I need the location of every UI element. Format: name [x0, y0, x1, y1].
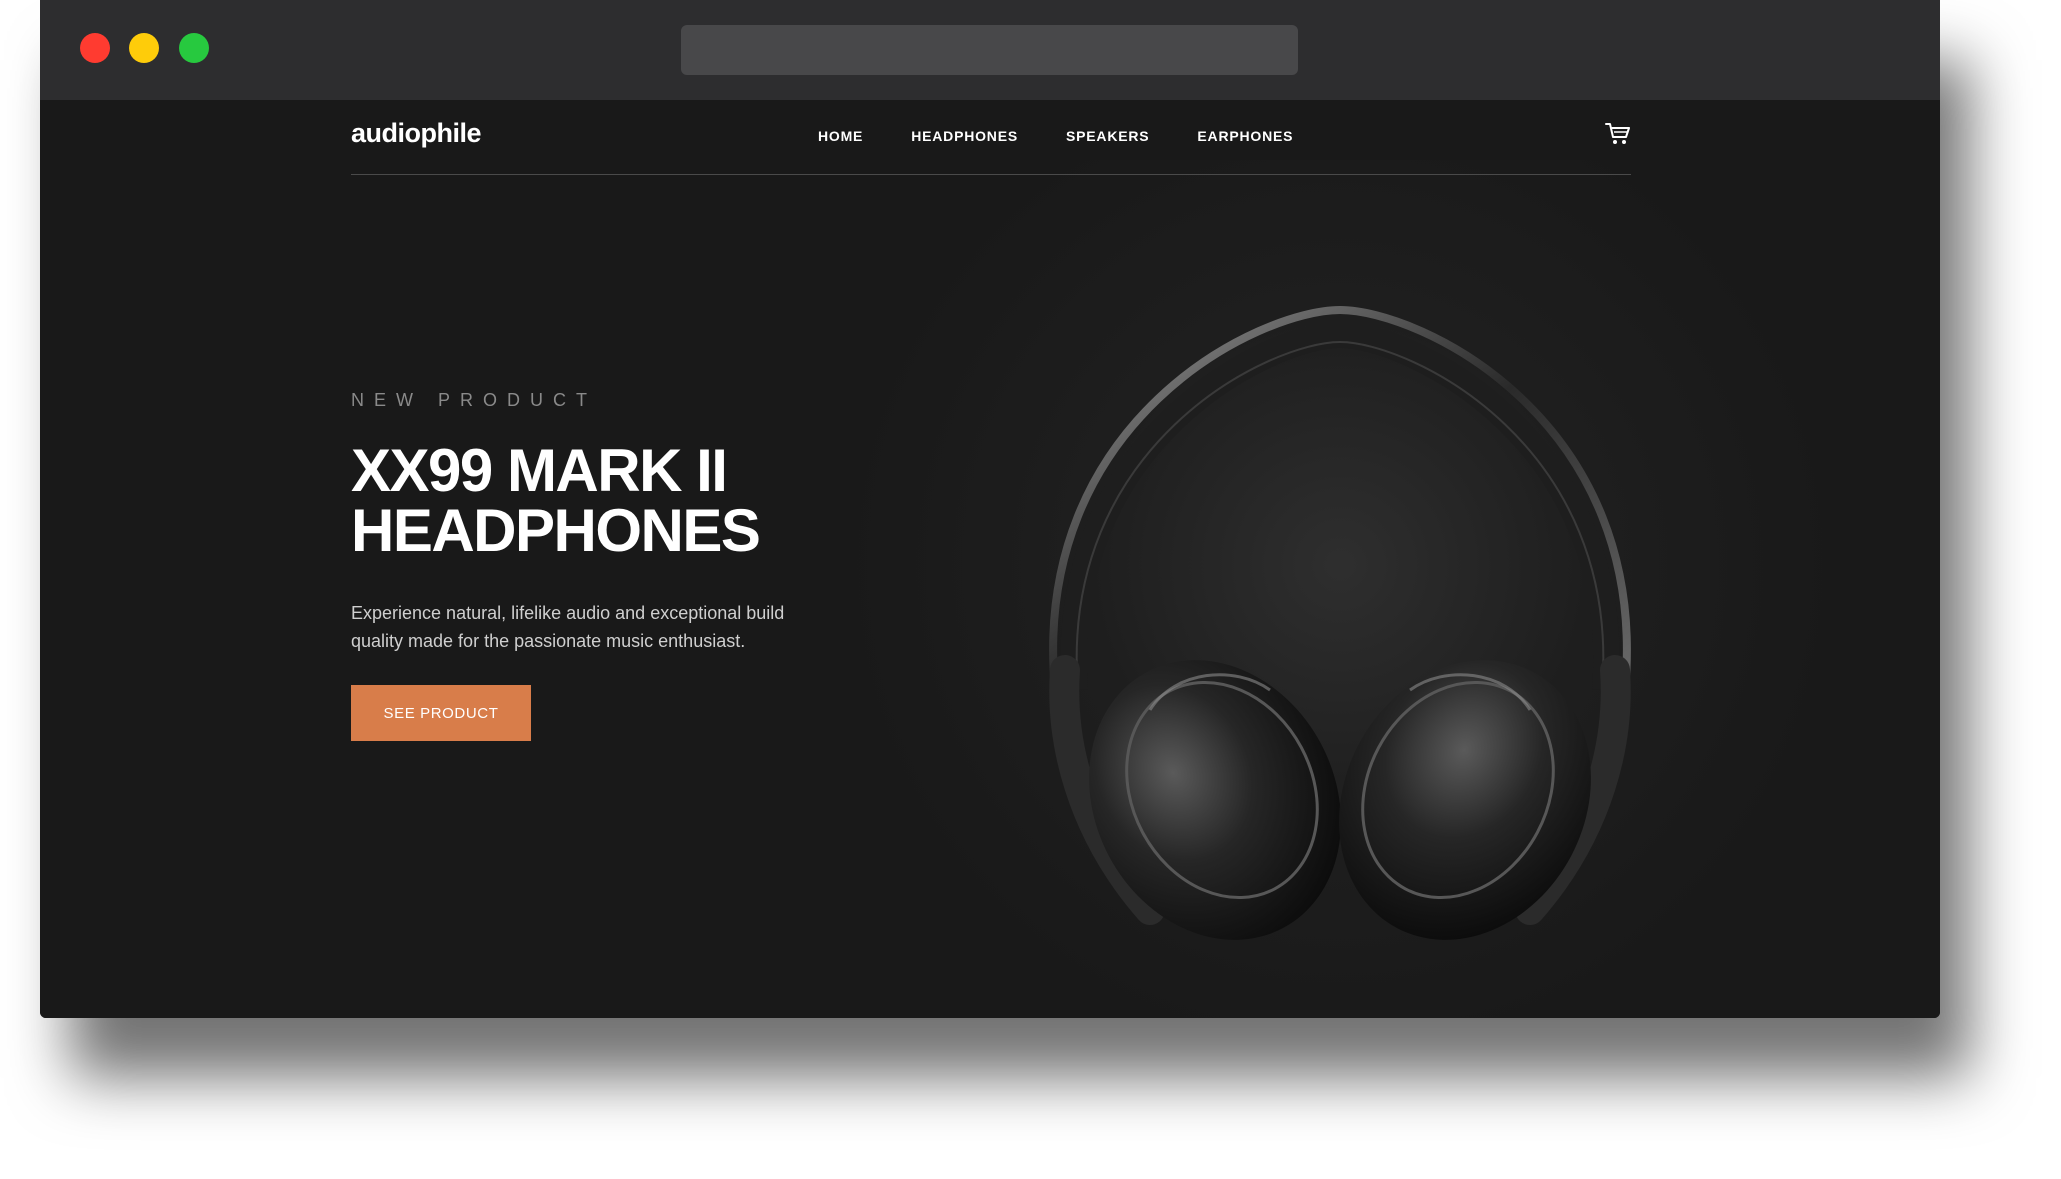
address-bar[interactable] [681, 25, 1298, 75]
hero-title: XX99 MARK II HEADPHONES [351, 441, 851, 561]
site-header: audiophile HOME HEADPHONES SPEAKERS EARP… [351, 100, 1631, 175]
hero-title-line2: HEADPHONES [351, 497, 761, 564]
hero-text: NEW PRODUCT XX99 MARK II HEADPHONES Expe… [351, 390, 851, 741]
nav-link-earphones[interactable]: EARPHONES [1197, 128, 1293, 144]
close-window-button[interactable] [80, 33, 110, 63]
headphones-image [1049, 305, 1631, 940]
browser-toolbar [40, 0, 1940, 100]
maximize-window-button[interactable] [179, 33, 209, 63]
see-product-button[interactable]: SEE PRODUCT [351, 685, 531, 741]
main-nav: HOME HEADPHONES SPEAKERS EARPHONES [818, 128, 1293, 144]
nav-link-home[interactable]: HOME [818, 128, 863, 144]
browser-window: audiophile HOME HEADPHONES SPEAKERS EARP… [40, 0, 1940, 1018]
minimize-window-button[interactable] [129, 33, 159, 63]
hero-title-line1: XX99 MARK II [351, 437, 728, 504]
hero-description: Experience natural, lifelike audio and e… [351, 603, 785, 651]
cart-icon[interactable] [1605, 122, 1631, 146]
site-logo[interactable]: audiophile [351, 118, 482, 149]
nav-link-speakers[interactable]: SPEAKERS [1066, 128, 1149, 144]
nav-link-headphones[interactable]: HEADPHONES [911, 128, 1018, 144]
hero-overline: NEW PRODUCT [351, 390, 597, 410]
page-content: audiophile HOME HEADPHONES SPEAKERS EARP… [40, 100, 1940, 1018]
